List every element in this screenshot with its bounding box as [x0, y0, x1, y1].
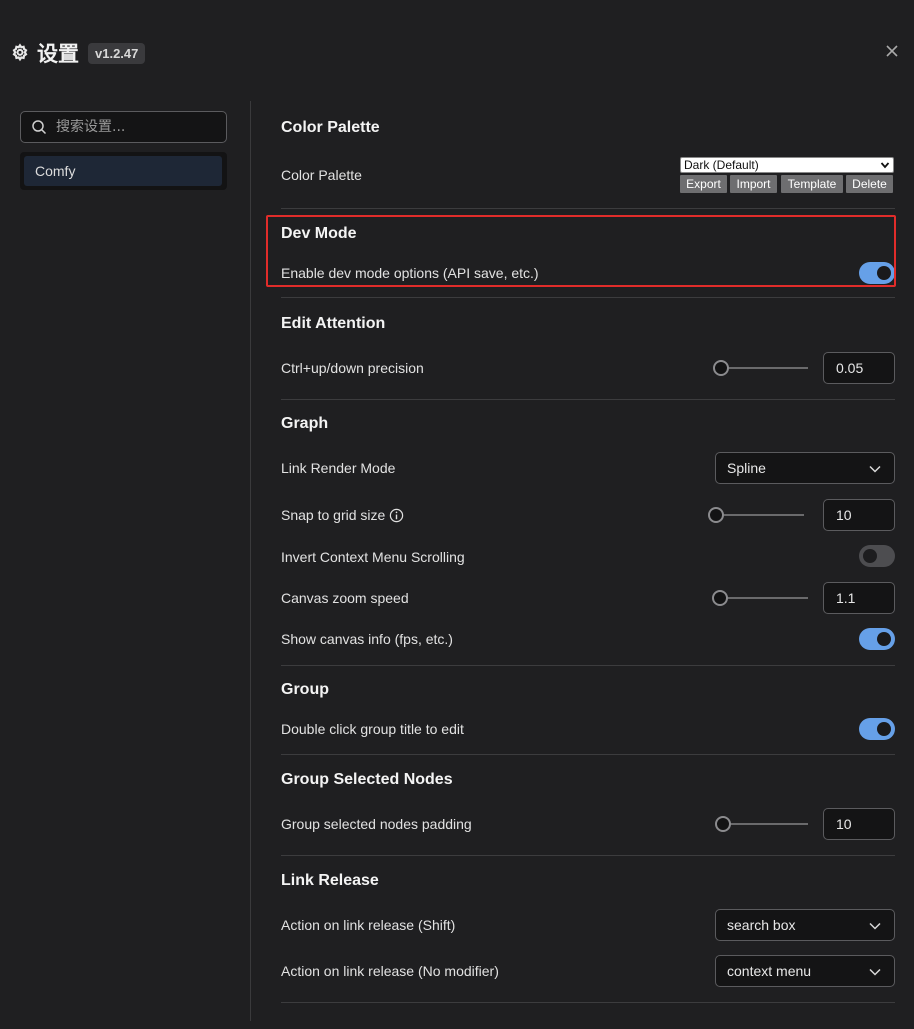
section-divider	[281, 1002, 895, 1003]
snap-grid-input[interactable]: 10	[823, 499, 895, 531]
version-badge: v1.2.47	[88, 42, 146, 64]
sidebar-nav: Comfy	[20, 152, 227, 190]
zoom-speed-input[interactable]: 1.1	[823, 582, 895, 614]
section-divider	[281, 208, 895, 209]
dblclick-group-toggle[interactable]	[859, 718, 895, 740]
section-divider	[281, 754, 895, 755]
canvas-info-label: Show canvas info (fps, etc.)	[281, 631, 453, 647]
group-padding-slider-thumb[interactable]	[715, 816, 731, 832]
info-icon[interactable]	[389, 508, 404, 523]
template-button[interactable]: Template	[781, 175, 843, 193]
vertical-divider	[250, 101, 251, 1021]
settings-header: 设置 v1.2.47	[0, 0, 914, 100]
delete-button[interactable]: Delete	[846, 175, 893, 193]
precision-slider-thumb[interactable]	[713, 360, 729, 376]
close-icon[interactable]	[884, 43, 900, 59]
zoom-speed-slider-thumb[interactable]	[712, 590, 728, 606]
link-release-nomod-dropdown[interactable]: context menu	[715, 955, 895, 987]
snap-grid-slider-track[interactable]	[716, 514, 804, 516]
link-render-label: Link Render Mode	[281, 460, 396, 476]
section-divider	[281, 855, 895, 856]
search-icon	[32, 120, 47, 135]
toggle-knob	[863, 549, 877, 563]
section-title-group-selected: Group Selected Nodes	[281, 771, 453, 788]
dblclick-group-label: Double click group title to edit	[281, 721, 464, 737]
link-release-nomod-value: context menu	[727, 963, 812, 979]
section-title-graph: Graph	[281, 415, 329, 432]
precision-slider-track[interactable]	[720, 367, 808, 369]
snap-grid-row-label: Snap to grid size	[281, 507, 404, 523]
snap-grid-label: Snap to grid size	[281, 507, 386, 523]
import-button[interactable]: Import	[730, 175, 777, 193]
export-button[interactable]: Export	[680, 175, 727, 193]
link-release-shift-dropdown[interactable]: search box	[715, 909, 895, 941]
page-title: 设置	[37, 42, 79, 66]
zoom-speed-slider-track[interactable]	[720, 597, 808, 599]
chevron-down-icon	[880, 162, 890, 169]
search-input[interactable]	[56, 119, 206, 135]
link-render-dropdown[interactable]: Spline	[715, 452, 895, 484]
section-divider	[281, 665, 895, 666]
sidebar-item-label: Comfy	[35, 163, 76, 179]
section-title-group: Group	[281, 681, 329, 698]
chevron-down-icon	[869, 968, 881, 976]
precision-label: Ctrl+up/down precision	[281, 360, 424, 376]
section-title-color-palette: Color Palette	[281, 119, 380, 136]
section-divider	[281, 297, 895, 298]
invert-scroll-label: Invert Context Menu Scrolling	[281, 549, 465, 565]
sidebar: Comfy	[0, 100, 250, 1029]
title-group: 设置 v1.2.47	[10, 38, 146, 68]
precision-input[interactable]: 0.05	[823, 352, 895, 384]
invert-scroll-toggle[interactable]	[859, 545, 895, 567]
gear-icon	[12, 43, 28, 62]
dev-mode-highlight-box	[266, 215, 896, 287]
link-release-shift-value: search box	[727, 917, 796, 933]
snap-grid-slider-thumb[interactable]	[708, 507, 724, 523]
color-palette-select[interactable]: Dark (Default)	[680, 157, 894, 173]
chevron-down-icon	[869, 465, 881, 473]
search-box[interactable]	[20, 111, 227, 143]
link-release-nomod-label: Action on link release (No modifier)	[281, 963, 499, 979]
toggle-knob	[877, 722, 891, 736]
color-palette-selected: Dark (Default)	[684, 158, 759, 172]
zoom-speed-label: Canvas zoom speed	[281, 590, 409, 606]
group-padding-label: Group selected nodes padding	[281, 816, 472, 832]
link-release-shift-label: Action on link release (Shift)	[281, 917, 456, 933]
group-padding-slider-track[interactable]	[720, 823, 808, 825]
toggle-knob	[877, 632, 891, 646]
section-title-link-release: Link Release	[281, 872, 379, 889]
link-render-value: Spline	[727, 460, 766, 476]
sidebar-item-comfy[interactable]: Comfy	[24, 156, 222, 186]
chevron-down-icon	[869, 922, 881, 930]
section-divider	[281, 399, 895, 400]
group-padding-input[interactable]: 10	[823, 808, 895, 840]
section-title-edit-attention: Edit Attention	[281, 315, 386, 332]
color-palette-label: Color Palette	[281, 167, 362, 183]
canvas-info-toggle[interactable]	[859, 628, 895, 650]
